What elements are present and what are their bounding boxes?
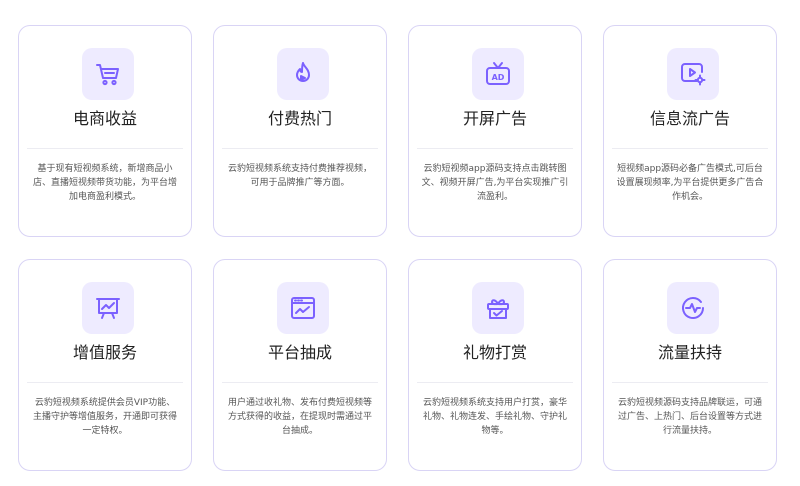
card-description: 云豹短视频系统支持付费推荐视频，可用于品牌推广等方面。 [227,164,372,188]
card-traffic-support[interactable]: 流量扶持 云豹短视频源码支持品牌联运，可通过广告、上热门、后台设置等方式进行流量… [603,259,777,471]
feature-grid: 电商收益 基于现有短视频系统，新增商品小店、直播短视频带货功能，为平台增加电商盈… [0,0,800,486]
divider [27,148,183,149]
divider [612,382,768,383]
card-platform-commission[interactable]: 平台抽成 用户通过收礼物、发布付费短视频等方式获得的收益，在提现时需通过平台抽成… [213,259,387,471]
svg-text:AD: AD [492,73,505,82]
card-title: 平台抽成 [267,343,332,362]
pulse-icon [667,282,719,334]
card-description: 基于现有短视频系统，新增商品小店、直播短视频带货功能，为平台增加电商盈利模式。 [32,164,177,202]
divider [222,148,378,149]
card-title: 流量扶持 [657,343,722,362]
card-feed-ad[interactable]: 信息流广告 短视频app源码必备广告模式,可后台设置展现频率,为平台提供更多广告… [603,25,777,237]
divider [27,382,183,383]
divider [417,148,573,149]
card-title: 增值服务 [72,343,137,362]
card-title: 电商收益 [72,109,137,128]
tv-ad-icon: AD [472,48,524,100]
divider [417,382,573,383]
card-description: 短视频app源码必备广告模式,可后台设置展现频率,为平台提供更多广告合作机会。 [616,164,764,202]
card-title: 礼物打赏 [462,343,527,362]
card-description: 用户通过收礼物、发布付费短视频等方式获得的收益，在提现时需通过平台抽成。 [227,398,372,436]
browser-trend-icon [277,282,329,334]
card-splash-ad[interactable]: AD 开屏广告 云豹短视频app源码支持点击跳转图文、视频开屏广告,为平台实现推… [408,25,582,237]
card-description: 云豹短视频系统提供会员VIP功能、主播守护等增值服务，开通即可获得一定特权。 [32,398,177,436]
card-value-added[interactable]: 增值服务 云豹短视频系统提供会员VIP功能、主播守护等增值服务，开通即可获得一定… [18,259,192,471]
card-description: 云豹短视频系统支持用户打赏，豪华礼物、礼物连发、手绘礼物、守护礼物等。 [422,398,567,436]
divider [612,148,768,149]
card-ecommerce[interactable]: 电商收益 基于现有短视频系统，新增商品小店、直播短视频带货功能，为平台增加电商盈… [18,25,192,237]
card-title: 付费热门 [267,109,332,128]
video-settings-icon [667,48,719,100]
shopping-cart-icon [82,48,134,100]
presentation-chart-icon [82,282,134,334]
divider [222,382,378,383]
card-title: 开屏广告 [462,109,527,128]
card-paid-trending[interactable]: 付费热门 云豹短视频系统支持付费推荐视频，可用于品牌推广等方面。 [213,25,387,237]
card-description: 云豹短视频源码支持品牌联运，可通过广告、上热门、后台设置等方式进行流量扶持。 [617,398,762,436]
card-gift-tipping[interactable]: 礼物打赏 云豹短视频系统支持用户打赏，豪华礼物、礼物连发、手绘礼物、守护礼物等。 [408,259,582,471]
card-description: 云豹短视频app源码支持点击跳转图文、视频开屏广告,为平台实现推广引流盈利。 [421,164,569,202]
fire-icon [277,48,329,100]
gift-icon [472,282,524,334]
card-title: 信息流广告 [649,109,730,128]
